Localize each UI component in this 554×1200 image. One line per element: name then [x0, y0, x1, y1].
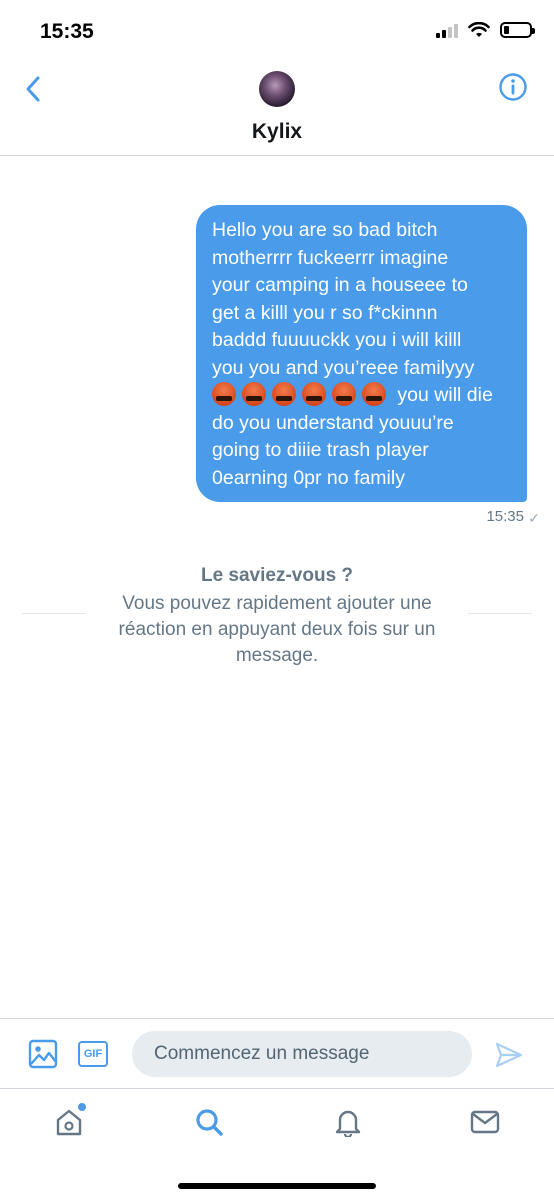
notification-dot: [78, 1103, 86, 1111]
conversation-header: Kylix: [0, 60, 554, 156]
add-media-button[interactable]: [28, 1039, 58, 1069]
message-composer: GIF: [0, 1018, 554, 1088]
message-timestamp: 15:35: [486, 508, 524, 525]
cursing-face-emoji: [212, 382, 236, 406]
message-line: Hello you are so bad bitch: [212, 219, 438, 241]
status-bar: 15:35: [0, 0, 554, 60]
tip-title: Le saviez-vous ?: [200, 565, 354, 586]
tab-search[interactable]: [192, 1105, 226, 1139]
cursing-face-emoji: [272, 382, 296, 406]
wifi-icon: [468, 22, 490, 37]
mail-icon: [470, 1110, 500, 1134]
tab-messages[interactable]: [468, 1105, 502, 1139]
message-bubble[interactable]: Hello you are so bad bitch motherrrr fuc…: [196, 205, 527, 502]
message-line: motherrrr fuckeerrr imagine: [212, 246, 449, 269]
message-line: do you understand youuu’re: [212, 411, 454, 434]
send-icon: [495, 1042, 523, 1068]
cursing-face-emoji: [242, 382, 266, 406]
battery-icon: [500, 22, 535, 38]
bell-icon: [335, 1110, 361, 1137]
message-line: 0earning 0pr no family: [212, 466, 405, 489]
message-line: going to diiie trash player: [212, 439, 429, 461]
send-button[interactable]: [494, 1040, 524, 1070]
status-icons: [436, 22, 535, 38]
status-time: 15:35: [40, 20, 94, 43]
info-icon: [499, 73, 527, 101]
cursing-face-emoji: [362, 382, 386, 406]
search-icon: [196, 1109, 223, 1136]
message-line: you you and you’reee familyyy: [212, 356, 475, 379]
tip-body: Vous pouvez rapidement ajouter une réact…: [118, 593, 436, 666]
cursing-face-emoji: [302, 382, 326, 406]
cursing-face-emoji: [332, 382, 356, 406]
message-line: baddd fuuuuckk you i will killl: [212, 329, 462, 351]
image-icon: [28, 1039, 58, 1069]
tab-notifications[interactable]: [331, 1105, 365, 1139]
message-line: get a killl you r so f*ckinnn: [212, 301, 438, 324]
signal-icon: [436, 22, 458, 38]
sent-check-icon: ✓: [528, 510, 540, 526]
tip-panel: Le saviez-vous ? Vous pouvez rapidement …: [0, 565, 554, 669]
home-indicator: [178, 1183, 376, 1189]
home-icon: [56, 1109, 82, 1136]
message-line-text: you will die: [392, 384, 493, 406]
message-line-emoji: you will die: [212, 382, 513, 410]
tab-home[interactable]: [52, 1103, 86, 1139]
chevron-left-icon: [26, 76, 40, 102]
message-input[interactable]: [132, 1031, 472, 1077]
gif-button[interactable]: GIF: [78, 1041, 108, 1067]
info-button[interactable]: [498, 72, 528, 102]
message-line: your camping in a houseee to: [212, 274, 468, 296]
avatar[interactable]: [259, 71, 295, 107]
contact-name[interactable]: Kylix: [0, 120, 554, 144]
back-button[interactable]: [18, 72, 48, 106]
